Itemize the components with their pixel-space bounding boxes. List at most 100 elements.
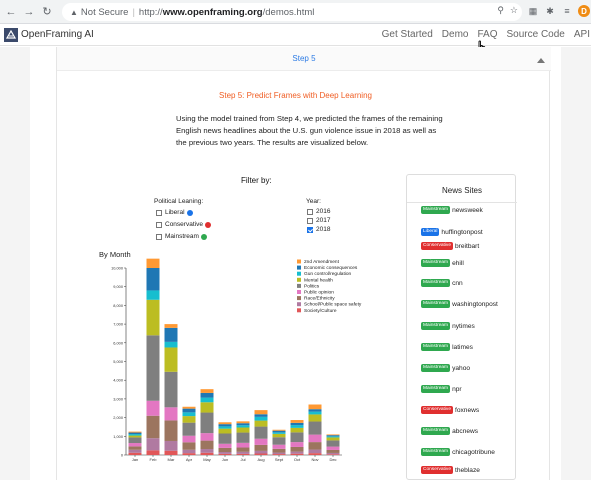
bar-segment [308,449,322,454]
nav-link-source-code[interactable]: Source Code [507,29,565,40]
nav-link-demo[interactable]: Demo [442,29,469,40]
news-site-name: nytimes [452,322,475,330]
liberal-checkbox[interactable] [156,209,162,216]
back-arrow-icon[interactable]: ← [4,5,18,19]
bar-segment [182,416,196,423]
bar-segment [308,409,322,412]
bar-segment [128,432,142,435]
bar-segment [290,425,304,428]
bar-segment [128,449,142,453]
bar-segment [290,446,304,452]
year-2018-checkbox[interactable] [307,226,313,233]
conservative-checkbox[interactable] [156,221,162,228]
extension-icon[interactable]: ▦ [527,5,539,17]
bar-segment [326,435,340,437]
bar-segment [218,433,232,444]
filter-liberal[interactable]: Liberal [156,209,193,216]
leaning-badge: Mainstream [421,343,451,351]
bar-segment [200,389,214,393]
brand-name[interactable]: OpenFraming AI [21,29,94,40]
bookmark-star-icon[interactable]: ☆ [510,5,518,16]
collapse-caret-icon[interactable] [537,58,545,63]
bar-segment [326,436,340,438]
year-2016-checkbox[interactable] [307,208,313,215]
nav-link-faq[interactable]: FAQ [477,29,497,40]
bar-segment [200,440,214,450]
nav-link-api[interactable]: API [574,29,590,40]
leaning-badge: Conservative [421,466,453,474]
news-site-item[interactable]: Conservative theblaze [421,466,480,474]
year-label: Year: [306,198,321,205]
warning-icon: ▲ [70,7,78,17]
bar-segment [200,449,214,453]
bar-segment [128,452,142,455]
bar-segment [290,442,304,447]
news-site-item[interactable]: Mainstream washingtonpost [421,300,498,308]
news-site-item[interactable]: Mainstream npr [421,385,462,393]
bar-segment [236,453,250,455]
legend-swatch [297,277,301,282]
x-tick-label: Nov [311,457,318,462]
mainstream-checkbox[interactable] [156,233,162,240]
bar-segment [146,258,160,268]
news-site-item[interactable]: Conservative breitbart [421,242,479,250]
liberal-label: Liberal [165,209,185,216]
y-tick-label: 1,000 [113,434,124,439]
y-tick-label: 6,000 [113,340,124,345]
puzzle-icon[interactable]: ✱ [544,5,556,17]
filter-year-2018[interactable]: 2018 [307,226,330,233]
bar-segment [308,434,322,443]
page-background-left [0,47,30,480]
filter-conservative[interactable]: Conservative [156,221,211,228]
x-tick-label: Dec [329,457,336,462]
bar-segment [200,402,214,413]
bar-segment [128,434,142,436]
legend-swatch [297,290,301,294]
zoom-icon[interactable]: ⚲ [497,5,504,16]
news-site-item[interactable]: Conservative foxnews [421,406,479,414]
news-site-item[interactable]: Mainstream ehill [421,259,464,267]
bar-segment [272,429,286,431]
bar-segment [236,432,250,443]
x-tick-label: Oct [294,457,301,462]
news-site-item[interactable]: Liberal huffingtonpost [421,228,483,236]
news-site-name: breitbart [455,242,480,250]
news-site-item[interactable]: Mainstream nytimes [421,322,475,330]
filter-year-2016[interactable]: 2016 [307,208,330,215]
conservative-label: Conservative [165,221,203,228]
bar-segment [200,392,214,398]
bar-segment [164,324,178,328]
news-site-item[interactable]: Mainstream cnn [421,279,463,287]
y-tick-label: 10,000 [111,266,124,271]
legend-label: 2nd Amendment [304,259,340,265]
reading-list-icon[interactable]: ≡ [561,5,573,17]
step-header-link[interactable]: Step 5 [57,54,551,63]
news-site-item[interactable]: Mainstream chicagotribune [421,448,495,456]
frames-by-month-chart: 0 1,000 2,000 3,000 4,000 5,000 6,000 7,000 8,00… [111,258,362,462]
step-card-header[interactable]: Step 5 [57,47,551,71]
leaning-badge: Mainstream [421,300,451,308]
bar-segment [128,446,142,450]
bar-segment [308,421,322,435]
not-secure-label: Not Secure [80,6,129,18]
address-bar[interactable]: ▲ Not Secure | http://www.openframing.or… [62,3,522,21]
news-site-item[interactable]: Mainstream newsweek [421,206,483,214]
filter-year-2017[interactable]: 2017 [307,217,330,224]
bar-segment [200,452,214,455]
bar-segment [164,327,178,342]
openframing-logo-icon[interactable] [4,28,18,42]
profile-avatar[interactable]: D [578,5,590,17]
address-separator: | [132,6,135,18]
bar-segment [254,450,268,454]
url-scheme: http:// [138,6,163,18]
forward-arrow-icon[interactable]: → [22,5,36,19]
filter-mainstream[interactable]: Mainstream [156,233,207,240]
news-site-name: huffingtonpost [441,228,483,236]
bar-segment [146,450,160,455]
news-site-item[interactable]: Mainstream latimes [421,343,473,351]
news-site-item[interactable]: Mainstream abcnews [421,427,478,435]
reload-icon[interactable]: ↻ [40,5,54,19]
year-2017-checkbox[interactable] [307,217,313,224]
nav-link-get-started[interactable]: Get Started [382,29,433,40]
news-site-item[interactable]: Mainstream yahoo [421,364,470,372]
